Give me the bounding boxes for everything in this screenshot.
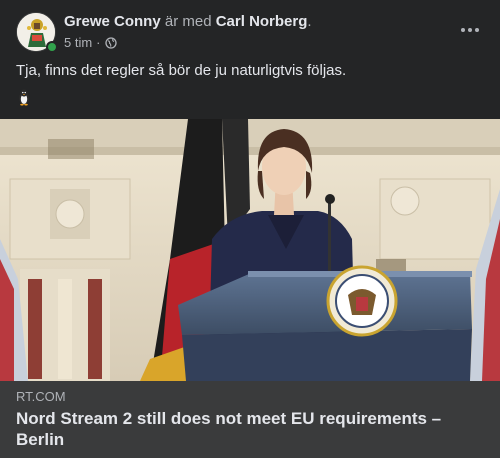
- post-authors: Grewe Conny är med Carl Norberg.: [64, 12, 444, 32]
- post-meta: Grewe Conny är med Carl Norberg. 5 tim ·: [64, 12, 444, 52]
- post-header: Grewe Conny är med Carl Norberg. 5 tim ·: [16, 12, 484, 54]
- link-domain: RT.COM: [16, 389, 66, 404]
- link-headline[interactable]: Nord Stream 2 still does not meet EU req…: [16, 408, 456, 450]
- shared-link-image[interactable]: [0, 119, 500, 381]
- penguin-emoji: [19, 89, 29, 106]
- with-label: är med: [164, 13, 212, 30]
- subline-separator: ·: [96, 35, 101, 50]
- link-preview[interactable]: RT.COM Nord Stream 2 still does not meet…: [0, 381, 500, 458]
- post-subline: 5 tim ·: [64, 34, 444, 52]
- post-timestamp[interactable]: 5 tim: [64, 34, 92, 52]
- post-text: Tja, finns det regler så bör de ju natur…: [16, 62, 347, 79]
- author-name[interactable]: Grewe Conny: [64, 13, 161, 30]
- names-period: .: [307, 13, 312, 30]
- tagged-person-name[interactable]: Carl Norberg: [216, 13, 308, 30]
- globe-icon[interactable]: [104, 37, 117, 49]
- feed-post: Grewe Conny är med Carl Norberg. 5 tim ·…: [0, 0, 500, 458]
- more-options-icon[interactable]: [456, 18, 484, 42]
- online-status-dot: [46, 41, 58, 53]
- author-avatar[interactable]: [16, 12, 58, 53]
